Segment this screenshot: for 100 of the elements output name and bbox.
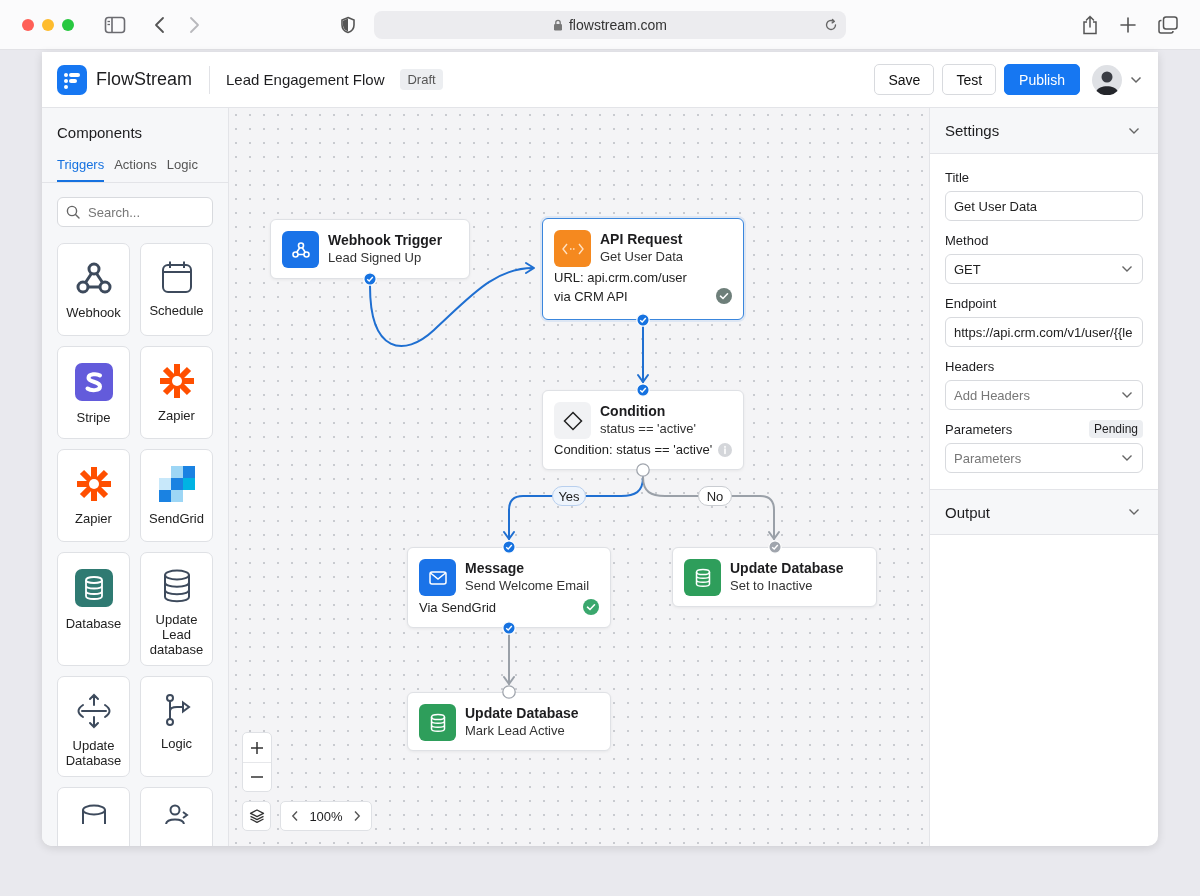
- plus-icon: [250, 740, 264, 755]
- sidebar-icon[interactable]: [104, 15, 126, 34]
- flow-node[interactable]: API Request Get User Data URL: api.crm.com/user via CRM API: [542, 218, 744, 320]
- component-card[interactable]: Logic: [140, 676, 213, 777]
- toolbar-button[interactable]: Save: [874, 64, 935, 95]
- component-card[interactable]: Webhook: [57, 243, 130, 336]
- field-label: Title: [945, 169, 970, 185]
- new-tab-icon[interactable]: [1120, 16, 1136, 33]
- component-card[interactable]: Schedule: [140, 243, 213, 336]
- chevron-down-icon[interactable]: [1121, 454, 1133, 462]
- node-title: Condition: [600, 403, 667, 419]
- flow-node[interactable]: Message Send Welcome Email Via SendGrid: [407, 547, 611, 628]
- asterisk-icon: [158, 363, 195, 399]
- node-title: Update Database: [465, 705, 579, 721]
- input-field[interactable]: Get User Data: [945, 191, 1143, 221]
- diamond-icon: [562, 410, 583, 431]
- expand-arrows-icon: [76, 693, 111, 729]
- component-card[interactable]: Update Database: [57, 676, 130, 777]
- layers-icon: [248, 808, 265, 824]
- search-icon: [66, 205, 80, 219]
- shield-icon[interactable]: [340, 15, 356, 34]
- chevron-down-icon[interactable]: [1128, 508, 1140, 516]
- s-logo-icon: [74, 363, 113, 401]
- field-label: Method: [945, 232, 989, 248]
- branch-label: Yes: [552, 486, 586, 506]
- flow-node[interactable]: Update Database Set to Inactive: [672, 547, 877, 607]
- database-icon: [74, 569, 113, 607]
- node-title: Update Database: [730, 560, 844, 576]
- search-field[interactable]: Search...: [57, 197, 213, 227]
- tab[interactable]: Triggers: [57, 157, 105, 182]
- database-icon: [161, 569, 192, 603]
- select-field[interactable]: GET: [945, 254, 1143, 284]
- component-card[interactable]: Stripe: [57, 346, 130, 439]
- reload-icon[interactable]: [824, 17, 838, 32]
- webhook-icon: [290, 240, 311, 259]
- chevron-down-icon[interactable]: [1130, 75, 1142, 84]
- database-icon: [694, 567, 711, 588]
- cylinder-icon: [80, 804, 107, 824]
- flow-node[interactable]: Update Database Mark Lead Active: [407, 692, 611, 751]
- node-subtitle: Lead Signed Up: [328, 250, 423, 265]
- flow-title: Lead Engagement Flow: [226, 71, 385, 88]
- component-label: Update Database: [64, 738, 123, 768]
- component-label: Database: [65, 616, 122, 631]
- field-label: Endpoint: [945, 295, 997, 311]
- back-icon[interactable]: [154, 15, 166, 34]
- branch-label: No: [698, 486, 732, 506]
- field-label: Headers: [945, 358, 995, 374]
- node-detail: via CRM API: [554, 288, 628, 304]
- node-detail: Via SendGrid: [419, 599, 497, 615]
- panel-title: Components: [56, 123, 144, 141]
- status-badge: Pending: [1088, 420, 1143, 438]
- input-field[interactable]: https://api.crm.com/v1/user/{{le: [945, 317, 1143, 347]
- app-name: FlowStream: [96, 69, 193, 90]
- chevron-right-icon[interactable]: [353, 810, 361, 822]
- chevron-down-icon[interactable]: [1121, 265, 1133, 273]
- chevron-down-icon[interactable]: [1121, 391, 1133, 399]
- flow-node[interactable]: Webhook Trigger Lead Signed Up: [270, 219, 470, 279]
- section-title: Output: [945, 503, 991, 521]
- component-label: Logic: [160, 736, 193, 751]
- component-label: SendGrid: [149, 511, 204, 526]
- node-title: Webhook Trigger: [328, 232, 443, 248]
- select-field[interactable]: Add Headers: [945, 380, 1143, 410]
- component-label: Schedule: [149, 303, 204, 318]
- section-title: Settings: [945, 122, 1000, 139]
- node-title: API Request: [600, 231, 684, 247]
- component-card[interactable]: Zapier: [57, 449, 130, 542]
- publish-button[interactable]: Publish: [1004, 64, 1080, 95]
- chevron-left-icon[interactable]: [291, 810, 299, 822]
- component-card[interactable]: Database: [57, 552, 130, 666]
- avatar[interactable]: [1092, 64, 1122, 95]
- node-subtitle: Get User Data: [600, 249, 684, 264]
- component-label: Webhook: [66, 305, 121, 320]
- node-subtitle: Set to Inactive: [730, 578, 814, 593]
- toolbar-button[interactable]: Test: [942, 64, 997, 95]
- flow-node[interactable]: Condition status == 'active' Condition: status == 'active': [542, 390, 744, 470]
- code-icon: [561, 242, 584, 255]
- address-bar[interactable]: flowstream.com: [374, 10, 846, 39]
- status-badge: Draft: [400, 69, 443, 90]
- layers-button[interactable]: [242, 801, 271, 831]
- node-detail: Condition: status == 'active': [554, 442, 713, 457]
- select-field[interactable]: Parameters: [945, 443, 1143, 473]
- lock-icon: [553, 18, 563, 31]
- node-subtitle: Send Welcome Email: [465, 578, 590, 593]
- node-subtitle: Mark Lead Active: [465, 723, 566, 738]
- tab[interactable]: Logic: [166, 157, 198, 182]
- node-detail: URL: api.crm.com/user: [554, 270, 687, 285]
- chevron-down-icon[interactable]: [1128, 126, 1140, 135]
- component-card[interactable]: SendGrid: [140, 449, 213, 542]
- close-window-button[interactable]: [22, 18, 34, 31]
- component-card[interactable]: Zapier: [140, 346, 213, 439]
- database-icon: [429, 712, 446, 733]
- asterisk-icon: [75, 466, 112, 502]
- calendar-icon: [160, 260, 193, 294]
- share-icon[interactable]: [1082, 14, 1098, 35]
- tab[interactable]: Actions: [114, 157, 157, 182]
- component-card[interactable]: Update Lead database: [140, 552, 213, 666]
- zoom-control[interactable]: 100%: [280, 801, 372, 831]
- tabs-icon[interactable]: [1158, 15, 1178, 34]
- zoom-level: 100%: [309, 808, 343, 824]
- component-label: Zapier: [75, 511, 112, 526]
